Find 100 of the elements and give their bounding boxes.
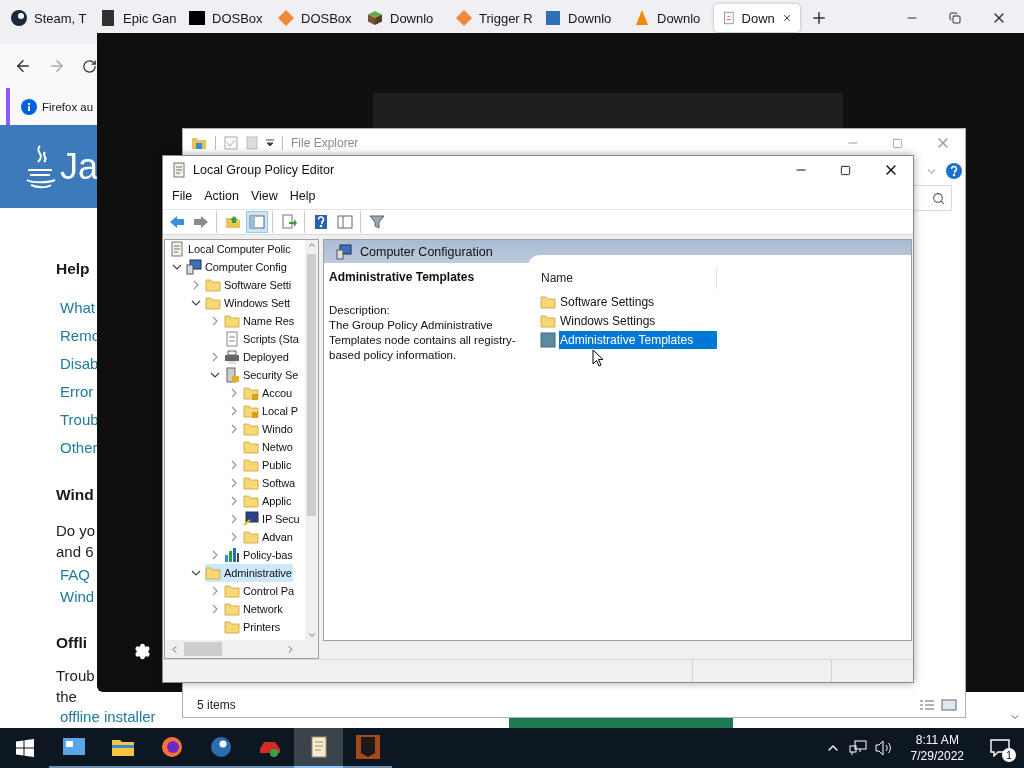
computer-icon bbox=[186, 259, 202, 276]
browser-tab[interactable]: DOSBox bbox=[180, 4, 269, 32]
download-link[interactable]: offline installer bbox=[60, 708, 156, 726]
help-link[interactable]: What bbox=[60, 297, 95, 319]
tree-item[interactable]: IP Secu bbox=[243, 510, 301, 529]
detail-title: Administrative Templates bbox=[329, 270, 475, 285]
tiles-view-icon[interactable] bbox=[941, 699, 957, 711]
help-link[interactable]: Other bbox=[60, 437, 98, 459]
help-link[interactable]: Disab bbox=[60, 353, 99, 375]
folder-icon bbox=[243, 457, 259, 474]
list-item[interactable]: Software Settings bbox=[559, 292, 658, 311]
folder-icon bbox=[205, 565, 221, 582]
menu-item[interactable]: Help bbox=[283, 187, 322, 206]
browser-tab[interactable]: Down bbox=[714, 4, 800, 32]
browser-tab[interactable]: Downlo bbox=[358, 4, 447, 32]
tree-item[interactable]: Windows Sett bbox=[205, 294, 292, 313]
filter-icon bbox=[369, 214, 385, 230]
menu-item[interactable]: View bbox=[244, 187, 284, 206]
column-header[interactable]: Name bbox=[528, 267, 717, 290]
template-icon bbox=[540, 331, 556, 348]
folder-icon bbox=[540, 293, 556, 310]
tree-item[interactable]: Network bbox=[224, 600, 284, 619]
tree-item[interactable]: Software Setti bbox=[205, 276, 293, 295]
header-text: Computer Configuration bbox=[360, 244, 493, 259]
back-icon[interactable] bbox=[14, 57, 32, 75]
body-text: Do yo bbox=[56, 521, 96, 541]
list-item[interactable]: Administrative Templates bbox=[559, 330, 717, 349]
forward-arrow-icon bbox=[193, 214, 209, 230]
tree-item[interactable]: Netwo bbox=[243, 438, 294, 457]
tree-item[interactable]: Public bbox=[243, 456, 293, 475]
menu-item[interactable]: Action bbox=[198, 187, 245, 206]
windows-logo-icon[interactable] bbox=[15, 739, 34, 757]
browser-tab[interactable]: Steam, T bbox=[2, 4, 91, 32]
window-title: Local Group Policy Editor bbox=[193, 163, 335, 177]
folder-icon bbox=[224, 313, 240, 330]
tree-item[interactable]: Computer Config bbox=[186, 258, 288, 277]
diamond-icon bbox=[278, 10, 294, 26]
section-heading: Wind bbox=[56, 485, 94, 505]
tree-item[interactable]: Administrative bbox=[205, 564, 293, 583]
dropdown-icon[interactable] bbox=[266, 139, 274, 147]
restore-icon[interactable] bbox=[949, 12, 961, 24]
help-icon[interactable] bbox=[946, 163, 962, 179]
tab-logo-icon bbox=[189, 10, 205, 26]
menu-item[interactable]: File bbox=[166, 187, 199, 206]
folder-icon bbox=[205, 295, 221, 312]
help-link[interactable]: Wind bbox=[60, 586, 95, 608]
tree-item[interactable]: Accou bbox=[243, 384, 294, 403]
folder-icon bbox=[243, 475, 259, 492]
tree-item[interactable]: Local P bbox=[243, 402, 299, 421]
browser-tab[interactable]: DOSBox bbox=[269, 4, 358, 32]
tree-item[interactable]: Applic bbox=[243, 492, 293, 511]
tree-item[interactable]: Control Pa bbox=[224, 582, 295, 601]
new-tab-icon[interactable] bbox=[810, 9, 828, 27]
folder-icon bbox=[224, 601, 240, 618]
maximize-icon[interactable] bbox=[840, 164, 851, 176]
bar-chart-icon bbox=[224, 547, 240, 564]
export-list-icon bbox=[281, 214, 297, 230]
locked-folder-icon bbox=[243, 385, 259, 402]
clock[interactable]: 8:11 AM 7/29/2022 bbox=[900, 732, 974, 764]
tree-item[interactable]: Advan bbox=[243, 528, 294, 547]
mouse-pointer-icon bbox=[592, 349, 604, 368]
tree-item[interactable]: Name Res bbox=[224, 312, 296, 331]
tree-item[interactable]: Softwa bbox=[243, 474, 297, 493]
steam-logo-icon bbox=[11, 10, 27, 26]
forward-icon[interactable] bbox=[48, 57, 66, 75]
tree-item[interactable]: Local Computer Polic bbox=[169, 240, 292, 259]
browser-tab[interactable]: Trigger R bbox=[447, 4, 536, 32]
help-link[interactable]: Error bbox=[60, 381, 94, 403]
browser-tab[interactable]: Downlo bbox=[536, 4, 625, 32]
tree-item[interactable]: Security Se bbox=[224, 366, 300, 385]
locked-folder-icon bbox=[243, 403, 259, 420]
body-text: the bbox=[56, 687, 77, 707]
details-view-icon[interactable] bbox=[919, 699, 935, 711]
notification-count: 1 bbox=[1002, 748, 1016, 762]
browser-tab[interactable]: Epic Gan bbox=[91, 4, 180, 32]
tree-item[interactable]: Policy-bas bbox=[224, 546, 294, 565]
folder-icon bbox=[243, 493, 259, 510]
tree-item[interactable]: Deployed bbox=[224, 348, 290, 367]
notification-icon[interactable] bbox=[990, 739, 1010, 757]
help-link[interactable]: FAQ bbox=[60, 564, 90, 586]
volume-icon[interactable] bbox=[874, 740, 893, 756]
tree-item[interactable]: Scripts (Sta bbox=[224, 330, 300, 349]
settings-icon[interactable] bbox=[134, 643, 151, 660]
tree-item[interactable]: Printers bbox=[224, 618, 282, 637]
browser-tab[interactable]: Downlo bbox=[625, 4, 714, 32]
checkbox-icon[interactable] bbox=[224, 136, 238, 150]
folder-up-icon bbox=[225, 214, 241, 230]
logo-text: Ja bbox=[60, 145, 99, 188]
reload-icon[interactable] bbox=[82, 58, 97, 74]
section-heading: Offli bbox=[56, 633, 87, 653]
firefox-icon bbox=[159, 735, 184, 759]
help-link[interactable]: Troub bbox=[60, 409, 99, 431]
tree-item[interactable]: Windo bbox=[243, 420, 294, 439]
horizontal-scrollbar[interactable] bbox=[165, 640, 318, 659]
network-icon[interactable] bbox=[848, 740, 867, 756]
list-item[interactable]: Windows Settings bbox=[559, 311, 659, 330]
taskbar-app[interactable] bbox=[294, 728, 343, 768]
body-text: Troub bbox=[56, 666, 95, 686]
cone-icon bbox=[634, 10, 650, 26]
back-arrow-icon bbox=[169, 214, 185, 230]
